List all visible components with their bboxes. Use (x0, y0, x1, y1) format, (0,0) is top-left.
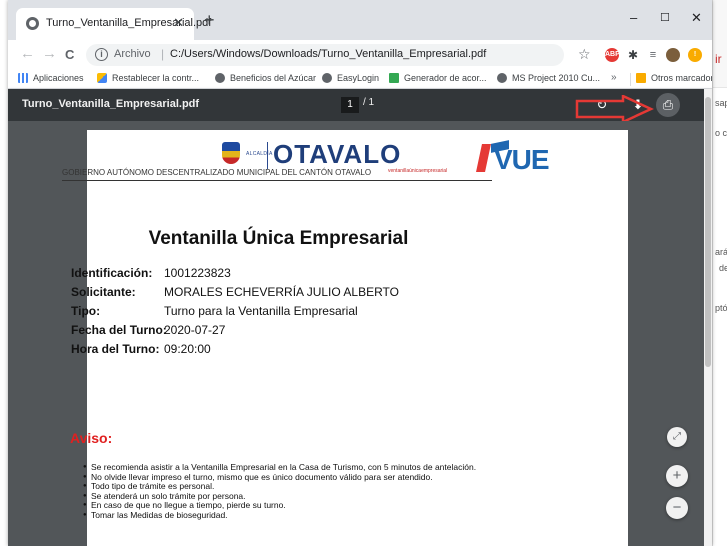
background-text: ará (715, 247, 727, 257)
background-page: ir sap o c ará de ptó (712, 0, 727, 546)
tab-pdf[interactable]: Turno_Ventanilla_Empresarial.pdf ✕ (16, 8, 211, 40)
otavalo-logo: OTAVALO (273, 139, 402, 169)
background-page-header (713, 0, 727, 88)
document-heading: Ventanilla Única Empresarial (148, 228, 409, 249)
omnibox-separator: | (161, 47, 165, 61)
forward-button[interactable]: → (42, 46, 57, 62)
tab-title: Turno_Ventanilla_Empresarial.pdf (46, 17, 212, 29)
extension-icon (97, 73, 107, 83)
bookmark-msproject[interactable]: MS Project 2010 Cu... (497, 73, 600, 83)
extensions-puzzle-icon[interactable]: ✱ (626, 48, 640, 62)
list-item: Tomar las Medidas de bioseguridad. (83, 510, 504, 521)
vue-tagline: ventanillaúnicaempresarial (388, 168, 448, 174)
maximize-button[interactable]: ☐ (660, 11, 670, 24)
profile-avatar[interactable] (666, 48, 680, 62)
scrollbar-thumb[interactable] (705, 97, 711, 367)
alcaldia-label: ALCALDÍA (246, 151, 273, 157)
scrollbar[interactable] (704, 89, 712, 546)
bookmark-restablecer[interactable]: Restablecer la contr... (97, 73, 199, 83)
url-text[interactable]: C:/Users/Windows/Downloads/Turno_Ventani… (170, 48, 486, 60)
browser-toolbar: ← → C i Archivo | C:/Users/Windows/Downl… (8, 40, 712, 70)
zoom-out-button[interactable]: − (666, 497, 688, 519)
pdf-filename: Turno_Ventanilla_Empresarial.pdf (22, 98, 200, 110)
print-icon[interactable]: ⎙ (656, 93, 680, 117)
globe-icon (215, 73, 225, 83)
reload-button[interactable]: C (65, 47, 74, 63)
bookmarks-bar: Aplicaciones Restablecer la contr... Ben… (8, 70, 712, 89)
aviso-list: Se recomienda asistir a la Ventanilla Em… (83, 462, 504, 521)
apps-grid-icon (18, 73, 28, 83)
header-rule (62, 180, 492, 181)
otavalo-shield-icon (222, 142, 240, 164)
doc-icon (389, 73, 399, 83)
new-tab-button[interactable]: + (204, 11, 215, 29)
background-text: o c (715, 128, 727, 138)
tab-strip: Turno_Ventanilla_Empresarial.pdf ✕ + – ☐… (8, 0, 712, 40)
bookmark-otros[interactable]: Otros marcadores (636, 73, 712, 83)
background-text: ir (715, 52, 722, 66)
bookmarks-divider (630, 73, 631, 86)
bookmark-beneficios[interactable]: Beneficios del Azúcar (215, 73, 316, 83)
globe-icon (497, 73, 507, 83)
folder-icon (636, 73, 646, 83)
gad-caption: GOBIERNO AUTÓNOMO DESCENTRALIZADO MUNICI… (62, 168, 372, 177)
bookmark-easylogin[interactable]: EasyLogin (322, 73, 379, 83)
background-text: de (719, 263, 727, 273)
bookmarks-overflow-button[interactable]: » (611, 72, 617, 83)
scheme-label: Archivo (114, 48, 151, 60)
globe-icon (322, 73, 332, 83)
annotation-arrow (575, 95, 654, 123)
browser-window: Turno_Ventanilla_Empresarial.pdf ✕ + – ☐… (8, 0, 712, 546)
window-close-button[interactable]: ✕ (691, 10, 702, 26)
logo-divider (267, 142, 268, 169)
tab-close-button[interactable]: ✕ (173, 15, 184, 31)
update-alert-icon[interactable]: ! (688, 48, 702, 62)
background-text: ptó (715, 303, 727, 313)
info-icon[interactable]: i (95, 48, 108, 61)
fit-to-page-button[interactable]: ⤢ (667, 427, 687, 447)
bookmark-generador[interactable]: Generador de acor... (389, 73, 487, 83)
page-number-input[interactable]: 1 (341, 97, 359, 113)
vue-logo: VUE (494, 144, 550, 175)
bookmark-star-icon[interactable]: ☆ (578, 46, 591, 63)
minimize-button[interactable]: – (630, 10, 637, 25)
bookmark-aplicaciones[interactable]: Aplicaciones (18, 73, 84, 83)
globe-icon (26, 17, 39, 30)
reading-list-icon[interactable]: ≡ (646, 48, 660, 62)
zoom-in-button[interactable]: + (666, 465, 688, 487)
back-button[interactable]: ← (20, 46, 35, 62)
aviso-heading: Aviso: (70, 430, 113, 446)
adblock-icon[interactable]: ABP (605, 48, 620, 62)
background-text: sap (715, 98, 727, 108)
address-bar[interactable]: i Archivo | C:/Users/Windows/Downloads/T… (86, 44, 564, 66)
page-total: / 1 (363, 97, 375, 108)
